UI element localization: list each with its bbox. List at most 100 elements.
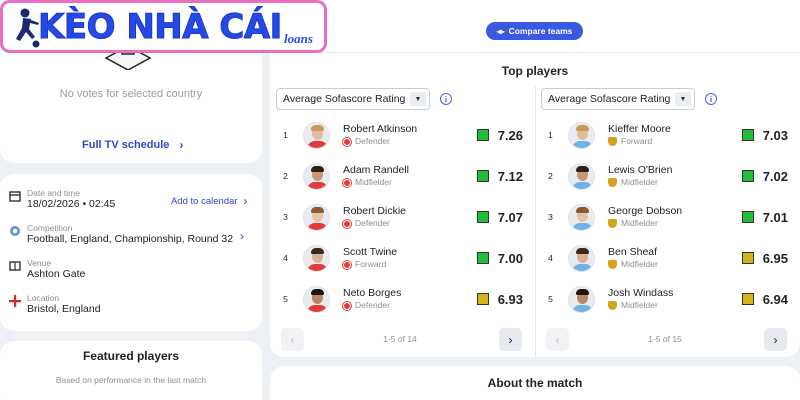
competition-label: Competition — [27, 223, 73, 233]
venue-label: Venue — [27, 258, 52, 268]
player-rank: 2 — [548, 171, 553, 181]
rating-value: 7.00 — [497, 250, 523, 266]
player-name: Ben Sheaf — [608, 246, 658, 258]
england-flag-icon — [9, 295, 21, 307]
add-to-calendar-label: Add to calendar — [171, 195, 238, 207]
rating-value: 7.03 — [762, 127, 788, 143]
player-position: Defender — [355, 300, 390, 310]
compare-teams-button[interactable]: ◂▸ Compare teams — [486, 22, 583, 40]
player-row[interactable]: 3 George Dobson Midfielder 7.01 — [540, 198, 790, 236]
team-crest-icon — [608, 137, 617, 146]
pager-text: 1-5 of 15 — [648, 334, 682, 344]
pager-away: ‹ 1-5 of 15 › — [540, 328, 790, 352]
team-crest-icon — [343, 301, 351, 310]
player-rating: 7.26 — [477, 128, 523, 143]
player-position: Midfielder — [621, 218, 658, 228]
player-row[interactable]: 2 Adam Randell Midfielder 7.12 — [275, 157, 525, 195]
player-rank: 4 — [548, 253, 553, 263]
venue-value: Ashton Gate — [27, 268, 86, 280]
player-rating: 6.94 — [742, 292, 788, 307]
player-rating: 7.00 — [477, 251, 523, 266]
chevron-right-icon[interactable]: › — [240, 229, 244, 243]
player-rating: 7.02 — [742, 169, 788, 184]
player-avatar — [568, 285, 595, 313]
player-row[interactable]: 1 Robert Atkinson Defender 7.26 — [275, 116, 525, 154]
player-name: Robert Dickie — [343, 205, 407, 217]
rating-value: 6.93 — [497, 291, 523, 307]
player-position: Midfielder — [621, 177, 658, 187]
rating-color-swatch — [477, 170, 489, 182]
player-avatar — [303, 121, 330, 149]
player-rank: 1 — [548, 130, 553, 140]
pager-home: ‹ 1-5 of 14 › — [275, 328, 525, 352]
player-rating: 7.12 — [477, 169, 523, 184]
player-row[interactable]: 4 Ben Sheaf Midfielder 6.95 — [540, 239, 790, 277]
player-avatar — [303, 162, 330, 190]
competition-row[interactable]: Competition Football, England, Champions… — [9, 223, 259, 246]
info-icon[interactable]: i — [440, 93, 452, 105]
player-position: Midfielder — [355, 177, 392, 187]
calendar-icon — [9, 191, 21, 202]
player-row[interactable]: 2 Lewis O'Brien Midfielder 7.02 — [540, 157, 790, 195]
rating-value: 7.02 — [762, 168, 788, 184]
location-value: Bristol, England — [27, 303, 101, 315]
competition-icon — [10, 226, 20, 236]
top-players-title: Top players — [501, 64, 569, 78]
compare-teams-label: Compare teams — [508, 26, 573, 36]
player-rating: 7.07 — [477, 210, 523, 225]
team-crest-icon — [608, 219, 617, 228]
player-position: Forward — [355, 259, 387, 269]
rating-value: 7.26 — [497, 127, 523, 143]
player-rating: 6.93 — [477, 292, 523, 307]
player-name: Josh Windass — [608, 287, 674, 299]
venue-row: Venue Ashton Gate — [9, 258, 259, 281]
featured-players-subtitle: Based on performance in the last match — [55, 375, 207, 385]
stat-select-away[interactable]: Average Sofascore Rating ▼ — [541, 88, 695, 110]
info-icon[interactable]: i — [705, 93, 717, 105]
site-logo: KÈO NHÀ CÁI loans — [0, 0, 327, 53]
player-row[interactable]: 1 Kieffer Moore Forward 7.03 — [540, 116, 790, 154]
rating-color-swatch — [477, 211, 489, 223]
date-time-value: 18/02/2026 • 02:45 — [27, 198, 116, 210]
team-crest-icon — [343, 178, 351, 187]
divider — [270, 52, 800, 53]
date-time-label: Date and time — [27, 188, 80, 198]
full-tv-schedule-link[interactable]: Full TV schedule › — [82, 138, 183, 152]
rating-color-swatch — [742, 129, 754, 141]
add-to-calendar-link[interactable]: Add to calendar › — [171, 194, 248, 208]
chevron-right-icon: › — [243, 194, 248, 208]
player-avatar — [568, 121, 595, 149]
caret-down-icon: ▼ — [410, 92, 426, 106]
rating-value: 7.07 — [497, 209, 523, 225]
player-row[interactable]: 3 Robert Dickie Defender 7.07 — [275, 198, 525, 236]
next-page-button[interactable]: › — [764, 328, 787, 351]
next-page-button[interactable]: › — [499, 328, 522, 351]
about-match-title: About the match — [487, 376, 583, 390]
player-row[interactable]: 4 Scott Twine Forward 7.00 — [275, 239, 525, 277]
player-name: Lewis O'Brien — [608, 164, 673, 176]
stat-select-home[interactable]: Average Sofascore Rating ▼ — [276, 88, 430, 110]
team-crest-icon — [343, 219, 351, 228]
rating-color-swatch — [477, 252, 489, 264]
chevron-right-icon: › — [179, 138, 184, 152]
location-row: Location Bristol, England — [9, 293, 259, 316]
logo-text: KÈO NHÀ CÁI — [38, 7, 283, 47]
player-name: Kieffer Moore — [608, 123, 671, 135]
rating-value: 6.95 — [762, 250, 788, 266]
player-avatar — [568, 203, 595, 231]
caret-down-icon: ▼ — [675, 92, 691, 106]
team-crest-icon — [343, 260, 351, 269]
player-row[interactable]: 5 Josh Windass Midfielder 6.94 — [540, 280, 790, 318]
player-avatar — [568, 162, 595, 190]
player-row[interactable]: 5 Neto Borges Defender 6.93 — [275, 280, 525, 318]
player-avatar — [303, 244, 330, 272]
player-rank: 5 — [283, 294, 288, 304]
player-rating: 6.95 — [742, 251, 788, 266]
rating-value: 7.12 — [497, 168, 523, 184]
player-rank: 4 — [283, 253, 288, 263]
rating-color-swatch — [742, 170, 754, 182]
stat-select-value: Average Sofascore Rating — [548, 93, 671, 105]
rating-color-swatch — [477, 293, 489, 305]
stadium-icon — [9, 261, 21, 271]
featured-players-title: Featured players — [82, 349, 180, 363]
